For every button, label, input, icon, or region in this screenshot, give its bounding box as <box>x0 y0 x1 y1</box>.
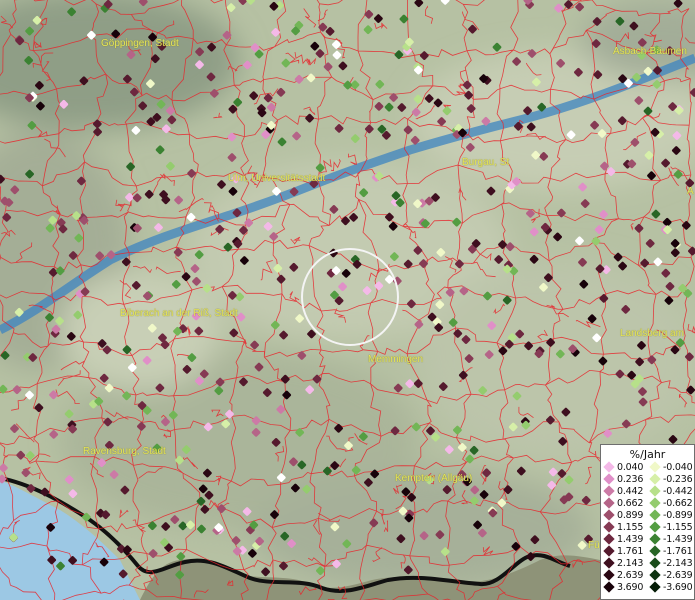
legend-row: 0.040 -0.040 <box>601 461 694 473</box>
legend-value: -3.690 <box>663 581 693 593</box>
legend-swatch <box>649 581 661 593</box>
legend-entry-negative: -0.899 <box>647 509 693 521</box>
legend-value: -0.442 <box>663 485 693 497</box>
legend-row: 0.442 -0.442 <box>601 485 694 497</box>
legend-swatch <box>649 461 661 473</box>
legend-entry-positive: 2.639 <box>601 569 647 581</box>
legend-swatch <box>649 569 661 581</box>
label-burgau: Burgau, St <box>462 157 510 168</box>
legend-swatch <box>603 569 615 581</box>
label-landsberg: Landsberg am <box>620 328 684 339</box>
legend-row: 0.899 -0.899 <box>601 509 694 521</box>
legend-row: 0.236 -0.236 <box>601 473 694 485</box>
legend-swatch <box>603 485 615 497</box>
legend-value: 3.690 <box>617 581 644 593</box>
legend-row: 2.143 -2.143 <box>601 557 694 569</box>
legend-swatch <box>603 521 615 533</box>
legend-row: 0.662 -0.662 <box>601 497 694 509</box>
label-kempten: Kempten (Allgäu) <box>395 473 473 484</box>
map-canvas[interactable] <box>0 0 695 600</box>
legend-entry-positive: 1.439 <box>601 533 647 545</box>
legend-entry-positive: 0.899 <box>601 509 647 521</box>
legend-swatch <box>649 497 661 509</box>
legend-value: -2.639 <box>663 569 693 581</box>
legend-entry-negative: -2.639 <box>647 569 693 581</box>
legend-swatch <box>603 509 615 521</box>
legend-rows: 0.040 -0.040 0.236 -0.236 0.442 -0.442 0.662 -0… <box>601 461 694 593</box>
legend-title: %/Jahr <box>629 448 666 461</box>
legend-value: 0.040 <box>617 461 644 473</box>
legend-entry-negative: -0.236 <box>647 473 693 485</box>
legend-swatch <box>649 557 661 569</box>
legend-swatch <box>649 509 661 521</box>
legend-value: -1.155 <box>663 521 693 533</box>
label-fu-edge: Fü <box>588 540 600 551</box>
legend-value: 0.662 <box>617 497 644 509</box>
legend-entry-negative: -0.442 <box>647 485 693 497</box>
legend-value: -0.899 <box>663 509 693 521</box>
legend-entry-positive: 1.155 <box>601 521 647 533</box>
legend-value: 1.155 <box>617 521 644 533</box>
legend-swatch <box>603 473 615 485</box>
legend-swatch <box>649 473 661 485</box>
legend-value: 0.442 <box>617 485 644 497</box>
label-asbach: Asbach-Bäumen <box>613 46 687 57</box>
legend-row: 1.439 -1.439 <box>601 533 694 545</box>
label-memmingen: Memmingen <box>368 354 424 365</box>
legend-entry-positive: 0.662 <box>601 497 647 509</box>
legend-swatch <box>603 497 615 509</box>
legend-swatch <box>603 545 615 557</box>
legend-entry-positive: 3.690 <box>601 581 647 593</box>
legend-value: -1.761 <box>663 545 693 557</box>
legend-entry-negative: -1.761 <box>647 545 693 557</box>
legend-row: 1.155 -1.155 <box>601 521 694 533</box>
label-ravensburg: Ravensburg, Stadt <box>83 446 166 457</box>
legend-entry-negative: -1.439 <box>647 533 693 545</box>
legend-row: 3.690 -3.690 <box>601 581 694 593</box>
legend-swatch <box>649 485 661 497</box>
legend-swatch <box>649 545 661 557</box>
legend-row: 1.761 -1.761 <box>601 545 694 557</box>
legend-swatch <box>649 533 661 545</box>
label-goeppingen: Göppingen, Stadt <box>101 38 179 49</box>
legend-value: 1.439 <box>617 533 644 545</box>
legend-value: -1.439 <box>663 533 693 545</box>
legend-value: -0.040 <box>663 461 693 473</box>
legend-value: 1.761 <box>617 545 644 557</box>
legend: %/Jahr 0.040 -0.040 0.236 -0.236 0.442 -0.442… <box>600 444 695 600</box>
legend-entry-negative: -2.143 <box>647 557 693 569</box>
legend-value: -2.143 <box>663 557 693 569</box>
legend-value: 0.899 <box>617 509 644 521</box>
legend-entry-negative: -3.690 <box>647 581 693 593</box>
legend-swatch <box>649 521 661 533</box>
legend-value: -0.236 <box>663 473 693 485</box>
legend-entry-positive: 2.143 <box>601 557 647 569</box>
legend-value: 2.143 <box>617 557 644 569</box>
legend-value: -0.662 <box>663 497 693 509</box>
legend-row: 2.639 -2.639 <box>601 569 694 581</box>
legend-entry-positive: 0.040 <box>601 461 647 473</box>
legend-value: 2.639 <box>617 569 644 581</box>
legend-entry-positive: 0.236 <box>601 473 647 485</box>
legend-entry-negative: -0.662 <box>647 497 693 509</box>
legend-swatch <box>603 557 615 569</box>
label-biberach: Biberach an der Riß, Stadt <box>120 308 238 319</box>
legend-swatch <box>603 581 615 593</box>
label-ulm: Ulm, Universitätsstadt <box>228 173 326 184</box>
legend-entry-positive: 0.442 <box>601 485 647 497</box>
legend-swatch <box>603 533 615 545</box>
legend-entry-positive: 1.761 <box>601 545 647 557</box>
legend-entry-negative: -1.155 <box>647 521 693 533</box>
legend-swatch <box>603 461 615 473</box>
legend-value: 0.236 <box>617 473 644 485</box>
legend-entry-negative: -0.040 <box>647 461 693 473</box>
label-a-edge: A <box>687 186 694 197</box>
